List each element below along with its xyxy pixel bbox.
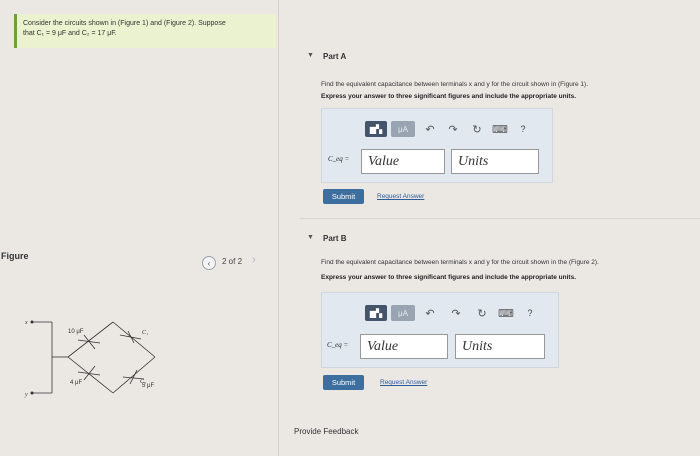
- cap-4uf-label: 4 μF: [70, 380, 82, 386]
- circuit-figure-2: x y 10 μF C₁ C₂ 4 μF 5 μF: [24, 320, 156, 398]
- problem-line-2: that C₁ = 9 μF and C₂ = 17 μF.: [23, 30, 117, 37]
- part-b-ceq-label: C_eq =: [327, 341, 349, 349]
- part-b-submit-button[interactable]: Submit: [323, 375, 364, 390]
- units-mu-button[interactable]: μA: [391, 121, 415, 137]
- part-b-value-input[interactable]: Value: [360, 334, 448, 359]
- figure-label: Figure: [1, 251, 29, 261]
- part-a-request-answer-link[interactable]: Request Answer: [377, 193, 424, 200]
- chevron-right-icon[interactable]: ›: [252, 254, 256, 266]
- redo-icon[interactable]: ↷: [449, 305, 463, 321]
- part-a-collapse-icon[interactable]: ▼: [307, 52, 314, 59]
- part-b-collapse-icon[interactable]: ▼: [307, 234, 314, 241]
- part-b-title[interactable]: Part B: [323, 234, 347, 243]
- part-b-instruction: Express your answer to three significant…: [321, 274, 576, 281]
- part-b-units-input[interactable]: Units: [455, 334, 545, 359]
- template-icon[interactable]: ▆▚: [365, 121, 387, 137]
- part-a-units-input[interactable]: Units: [451, 149, 539, 174]
- problem-line-1: Consider the circuits shown in (Figure 1…: [23, 20, 226, 27]
- part-a-submit-button[interactable]: Submit: [323, 189, 364, 204]
- part-b-request-answer-link[interactable]: Request Answer: [380, 379, 427, 386]
- undo-icon[interactable]: ↶: [423, 121, 437, 137]
- cap-c1-label: C₁: [142, 330, 148, 336]
- problem-statement: Consider the circuits shown in (Figure 1…: [14, 14, 276, 48]
- part-a-value-input[interactable]: Value: [361, 149, 445, 174]
- chevron-left-icon[interactable]: ‹: [202, 256, 216, 270]
- figure-pager: 2 of 2: [222, 257, 243, 266]
- part-b-question: Find the equivalent capacitance between …: [321, 259, 599, 266]
- provide-feedback-link[interactable]: Provide Feedback: [294, 427, 358, 436]
- reset-icon[interactable]: ↻: [475, 305, 489, 321]
- column-divider: [278, 0, 279, 456]
- part-divider: [300, 218, 700, 219]
- keyboard-icon[interactable]: ⌨: [498, 305, 514, 321]
- part-a-title[interactable]: Part A: [323, 52, 346, 61]
- units-mu-button[interactable]: μA: [391, 305, 415, 321]
- redo-icon[interactable]: ↷: [446, 121, 460, 137]
- part-a-instruction: Express your answer to three significant…: [321, 93, 576, 100]
- keyboard-icon[interactable]: ⌨: [492, 121, 508, 137]
- undo-icon[interactable]: ↶: [423, 305, 437, 321]
- terminal-y-label: y: [24, 392, 28, 398]
- cap-10uf-label: 10 μF: [68, 329, 84, 335]
- terminal-x-label: x: [24, 320, 28, 326]
- part-a-ceq-label: C_eq =: [328, 155, 350, 163]
- reset-icon[interactable]: ↻: [470, 121, 484, 137]
- help-icon[interactable]: ?: [517, 121, 529, 137]
- help-icon[interactable]: ?: [524, 305, 536, 321]
- part-a-question: Find the equivalent capacitance between …: [321, 81, 588, 88]
- template-icon[interactable]: ▆▚: [365, 305, 387, 321]
- cap-5uf-label: 5 μF: [142, 383, 154, 389]
